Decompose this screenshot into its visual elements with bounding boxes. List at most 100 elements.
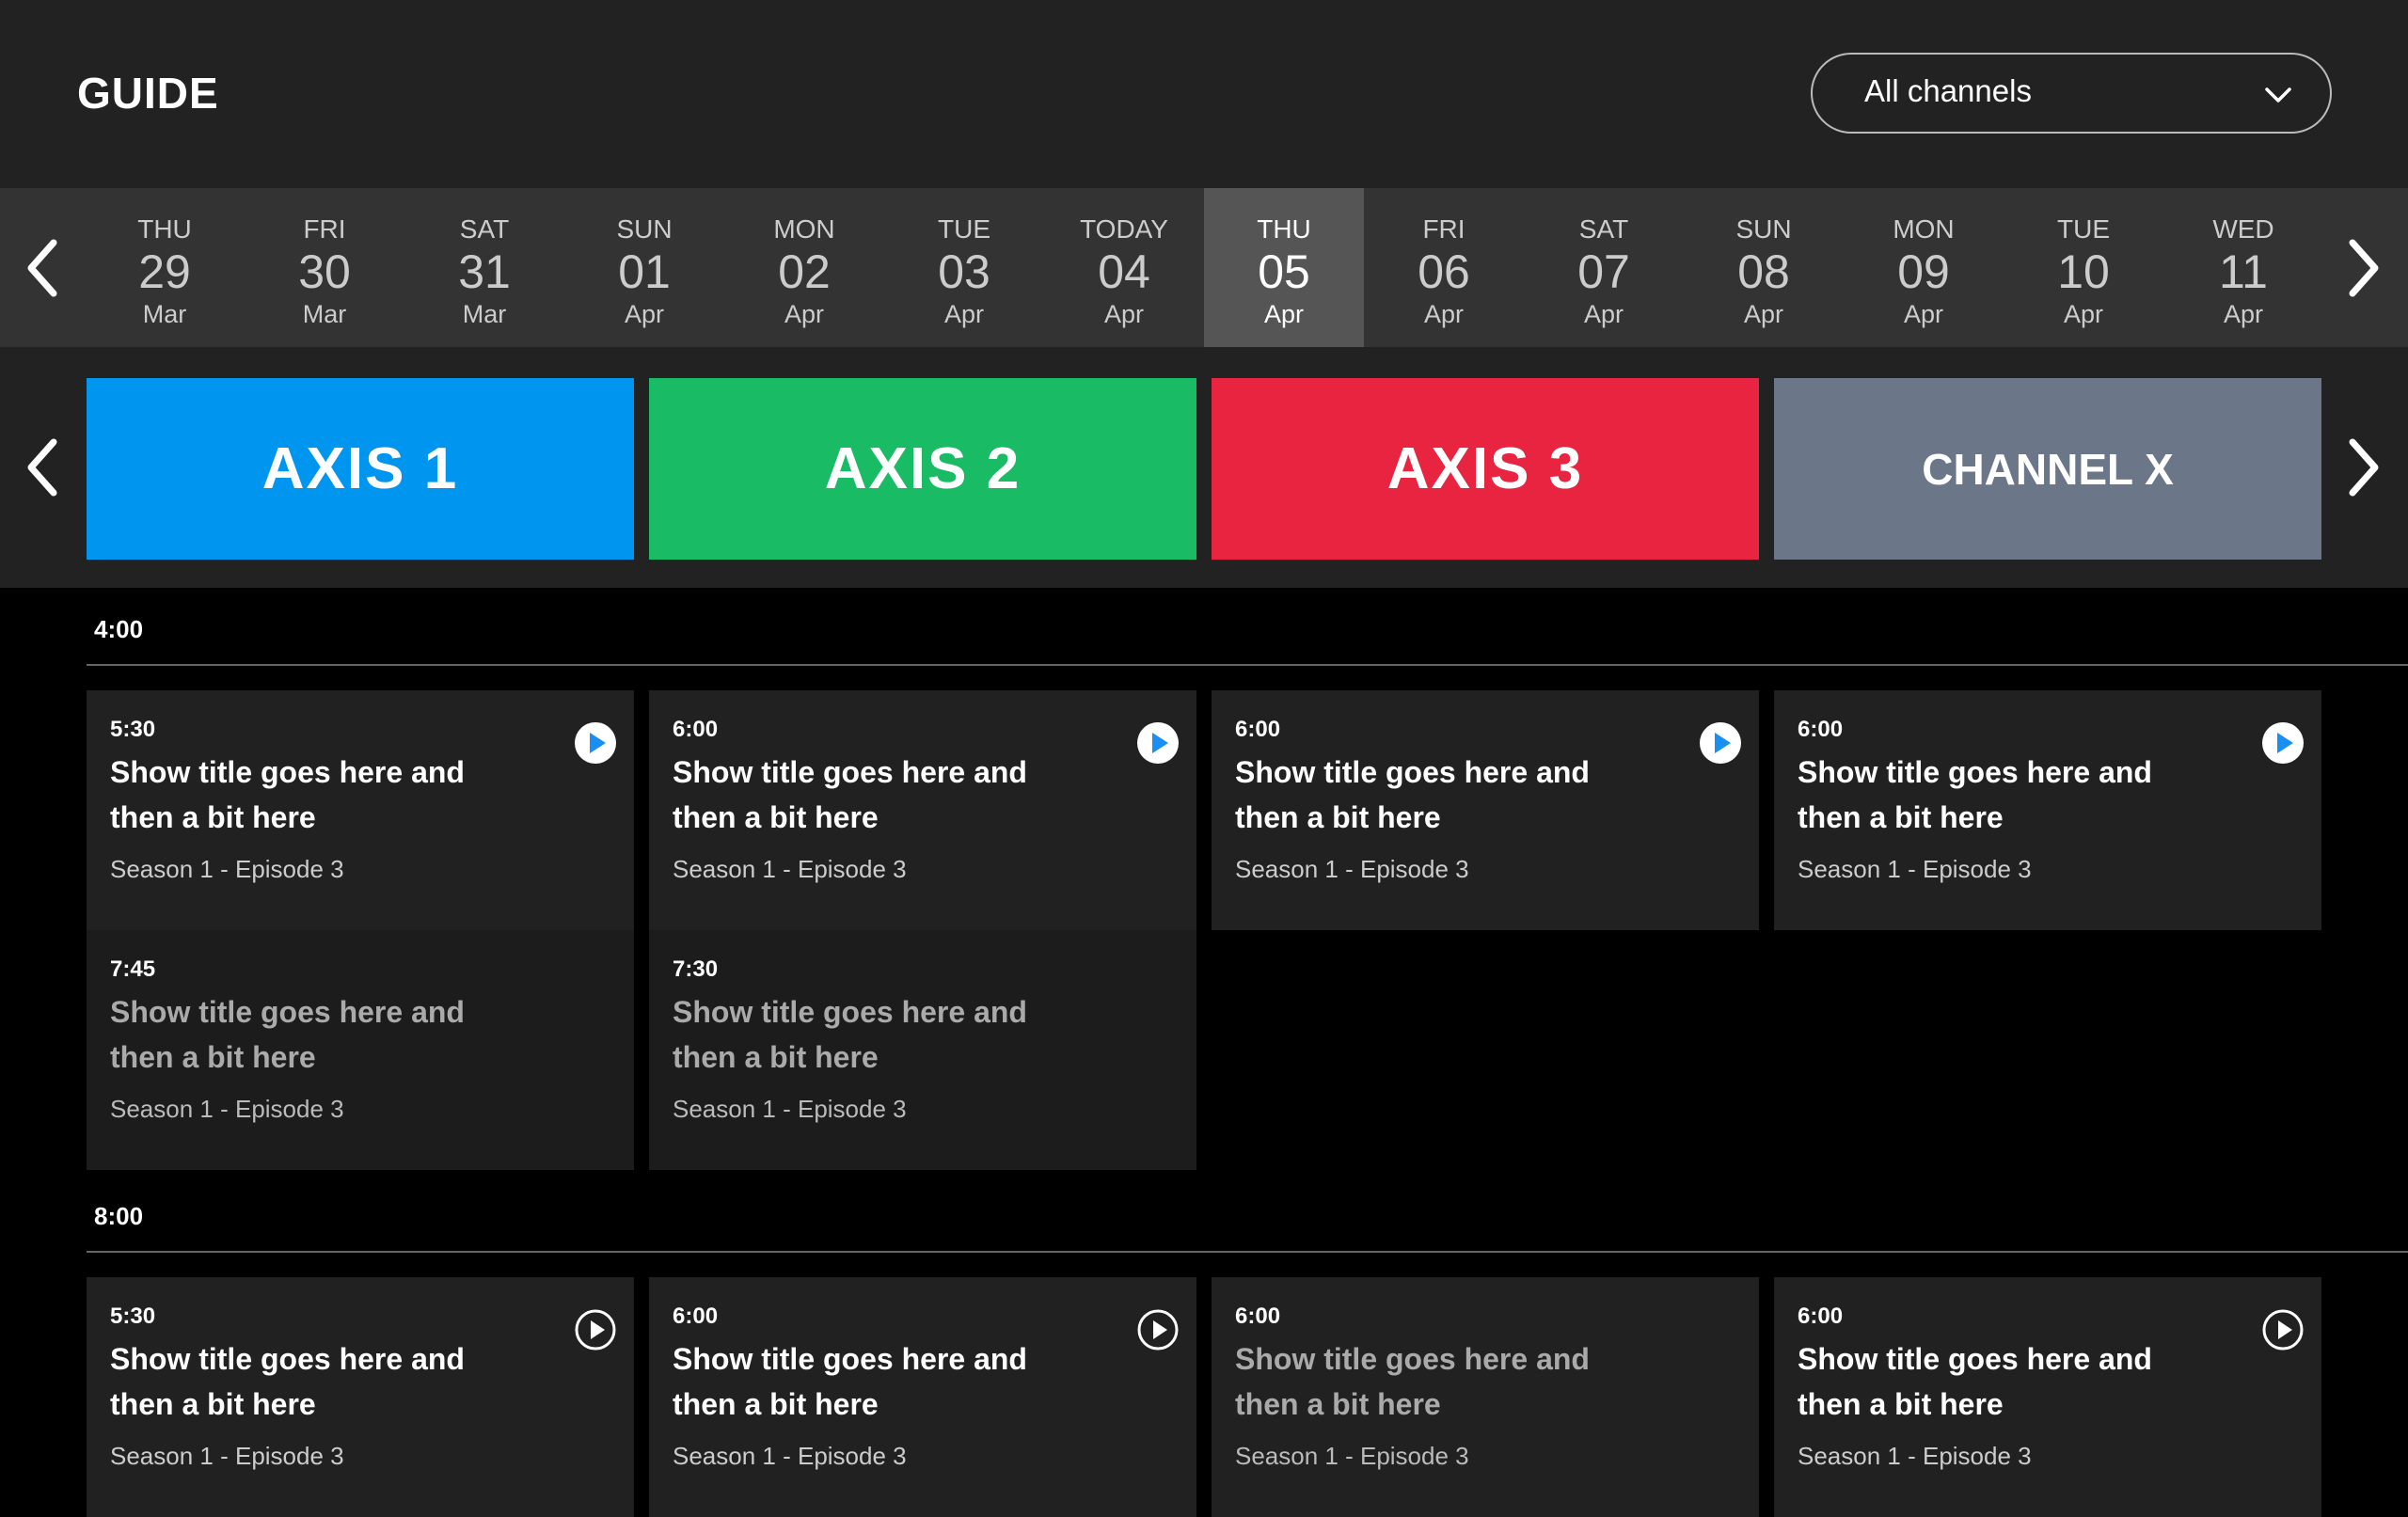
play-circle-outline-icon[interactable] xyxy=(1136,1308,1180,1351)
program-card[interactable]: 6:00 Show title goes here and then a bit… xyxy=(1774,1277,2321,1517)
date-month: Apr xyxy=(1743,300,1784,328)
date-prev-button[interactable] xyxy=(6,230,81,306)
program-episode: Season 1 - Episode 3 xyxy=(673,1442,907,1470)
date-item[interactable]: MON 09 Apr xyxy=(1844,188,2004,347)
date-day: 07 xyxy=(1577,245,1630,298)
program-title: Show title goes here and then a bit here xyxy=(110,1342,465,1421)
date-dow: TUE xyxy=(2057,214,2110,244)
channel-filter-dropdown[interactable]: All channels xyxy=(1811,53,2332,134)
program-time: 6:00 xyxy=(1798,1304,1844,1329)
program-episode: Season 1 - Episode 3 xyxy=(673,1095,907,1123)
channel-tile-axis-1[interactable]: AXIS 1 xyxy=(87,378,634,560)
date-day: 10 xyxy=(2057,245,2110,298)
program-time: 7:30 xyxy=(673,956,719,982)
play-circle-outline-icon[interactable] xyxy=(2261,1308,2305,1351)
channel-tile-channel-x[interactable]: CHANNEL X xyxy=(1774,378,2321,560)
channel-prev-button[interactable] xyxy=(6,430,81,505)
date-day: 11 xyxy=(2219,245,2268,298)
date-day: 01 xyxy=(618,245,671,298)
program-card[interactable]: 6:00 Show title goes here and then a bit… xyxy=(1212,1277,1759,1517)
play-circle-filled-icon[interactable] xyxy=(1699,721,1742,765)
date-item[interactable]: SUN 08 Apr xyxy=(1684,188,1844,347)
date-day: 30 xyxy=(298,245,351,298)
date-dow: FRI xyxy=(1422,214,1465,244)
guide-header: GUIDE All channels xyxy=(0,0,2408,188)
date-dow: TUE xyxy=(938,214,990,244)
date-dow: SUN xyxy=(1735,214,1792,244)
date-month: Apr xyxy=(624,300,665,328)
channel-logo: AXIS 2 xyxy=(824,436,1022,501)
date-item[interactable]: THU 29 Mar xyxy=(85,188,245,347)
program-card[interactable]: 6:00 Show title goes here and then a bit… xyxy=(649,690,1196,930)
chevron-down-icon xyxy=(2265,87,2291,103)
program-card[interactable]: 7:45 Show title goes here and then a bit… xyxy=(87,930,634,1170)
program-time: 6:00 xyxy=(673,717,719,742)
date-dow: SAT xyxy=(1578,214,1629,244)
time-slot-header: 4:00 xyxy=(87,593,2408,666)
channel-tile-axis-3[interactable]: AXIS 3 xyxy=(1212,378,1759,560)
date-item[interactable]: SAT 07 Apr xyxy=(1524,188,1684,347)
date-dow: THU xyxy=(137,214,192,244)
date-item[interactable]: WED 11 Apr xyxy=(2163,188,2323,347)
date-item[interactable]: FRI 30 Mar xyxy=(245,188,404,347)
channel-strip: AXIS 1 AXIS 2 AXIS 3 CHANNEL X xyxy=(0,347,2408,588)
date-item[interactable]: FRI 06 Apr xyxy=(1364,188,1524,347)
program-card[interactable]: 5:30 Show title goes here and then a bit… xyxy=(87,1277,634,1517)
date-strip: THU 29 Mar FRI 30 Mar SAT 31 Mar SUN 01 Apr MON 0… xyxy=(0,188,2408,347)
program-title: Show title goes here and then a bit here xyxy=(1798,1342,2152,1421)
date-item[interactable]: SUN 01 Apr xyxy=(564,188,724,347)
date-dow: MON xyxy=(773,214,835,244)
channel-next-button[interactable] xyxy=(2325,430,2400,505)
date-list: THU 29 Mar FRI 30 Mar SAT 31 Mar SUN 01 Apr MON 0… xyxy=(85,188,2323,347)
program-episode: Season 1 - Episode 3 xyxy=(1235,855,1469,883)
play-circle-filled-icon[interactable] xyxy=(2261,721,2305,765)
program-time: 6:00 xyxy=(1798,717,1844,742)
program-title: Show title goes here and then a bit here xyxy=(673,995,1027,1074)
date-item[interactable]: MON 02 Apr xyxy=(724,188,884,347)
program-time: 6:00 xyxy=(1235,1304,1281,1329)
date-item-selected[interactable]: THU 05 Apr xyxy=(1204,188,1364,347)
chevron-right-icon xyxy=(2349,438,2379,497)
date-dow: TODAY xyxy=(1080,214,1168,244)
date-day: 06 xyxy=(1418,245,1470,298)
program-time: 7:45 xyxy=(110,956,156,982)
program-title: Show title goes here and then a bit here xyxy=(673,1342,1027,1421)
program-title: Show title goes here and then a bit here xyxy=(1235,1342,1590,1421)
date-item[interactable]: TUE 03 Apr xyxy=(884,188,1044,347)
program-episode: Season 1 - Episode 3 xyxy=(673,855,907,883)
date-next-button[interactable] xyxy=(2325,230,2400,306)
date-day: 29 xyxy=(138,245,191,298)
play-circle-outline-icon[interactable] xyxy=(574,1308,617,1351)
channel-logo: AXIS 3 xyxy=(1386,436,1584,501)
program-card[interactable]: 6:00 Show title goes here and then a bit… xyxy=(649,1277,1196,1517)
date-item-today[interactable]: TODAY 04 Apr xyxy=(1044,188,1204,347)
play-circle-filled-icon[interactable] xyxy=(1136,721,1180,765)
page-title: GUIDE xyxy=(77,69,219,118)
program-title: Show title goes here and then a bit here xyxy=(1235,755,1590,834)
date-month: Apr xyxy=(1103,300,1145,328)
program-episode: Season 1 - Episode 3 xyxy=(1798,855,2032,883)
program-card[interactable]: 7:30 Show title goes here and then a bit… xyxy=(649,930,1196,1170)
date-month: Apr xyxy=(784,300,825,328)
date-day: 31 xyxy=(458,245,511,298)
date-dow: FRI xyxy=(303,214,346,244)
channel-logo: AXIS 1 xyxy=(261,436,459,501)
channel-filter-label: All channels xyxy=(1864,73,2032,108)
program-card[interactable]: 6:00 Show title goes here and then a bit… xyxy=(1212,690,1759,930)
date-month: Mar xyxy=(302,300,347,328)
play-circle-filled-icon[interactable] xyxy=(574,721,617,765)
program-time: 5:30 xyxy=(110,1304,156,1329)
date-day: 08 xyxy=(1737,245,1790,298)
program-card[interactable]: 5:30 Show title goes here and then a bit… xyxy=(87,690,634,930)
program-episode: Season 1 - Episode 3 xyxy=(1798,1442,2032,1470)
program-episode: Season 1 - Episode 3 xyxy=(1235,1442,1469,1470)
program-episode: Season 1 - Episode 3 xyxy=(110,1095,344,1123)
date-item[interactable]: SAT 31 Mar xyxy=(404,188,564,347)
program-card[interactable]: 6:00 Show title goes here and then a bit… xyxy=(1774,690,2321,930)
date-item[interactable]: TUE 10 Apr xyxy=(2004,188,2163,347)
program-title: Show title goes here and then a bit here xyxy=(110,755,465,834)
date-month: Apr xyxy=(1903,300,1944,328)
channel-tile-axis-2[interactable]: AXIS 2 xyxy=(649,378,1196,560)
date-month: Apr xyxy=(1423,300,1465,328)
date-month: Apr xyxy=(1583,300,1624,328)
